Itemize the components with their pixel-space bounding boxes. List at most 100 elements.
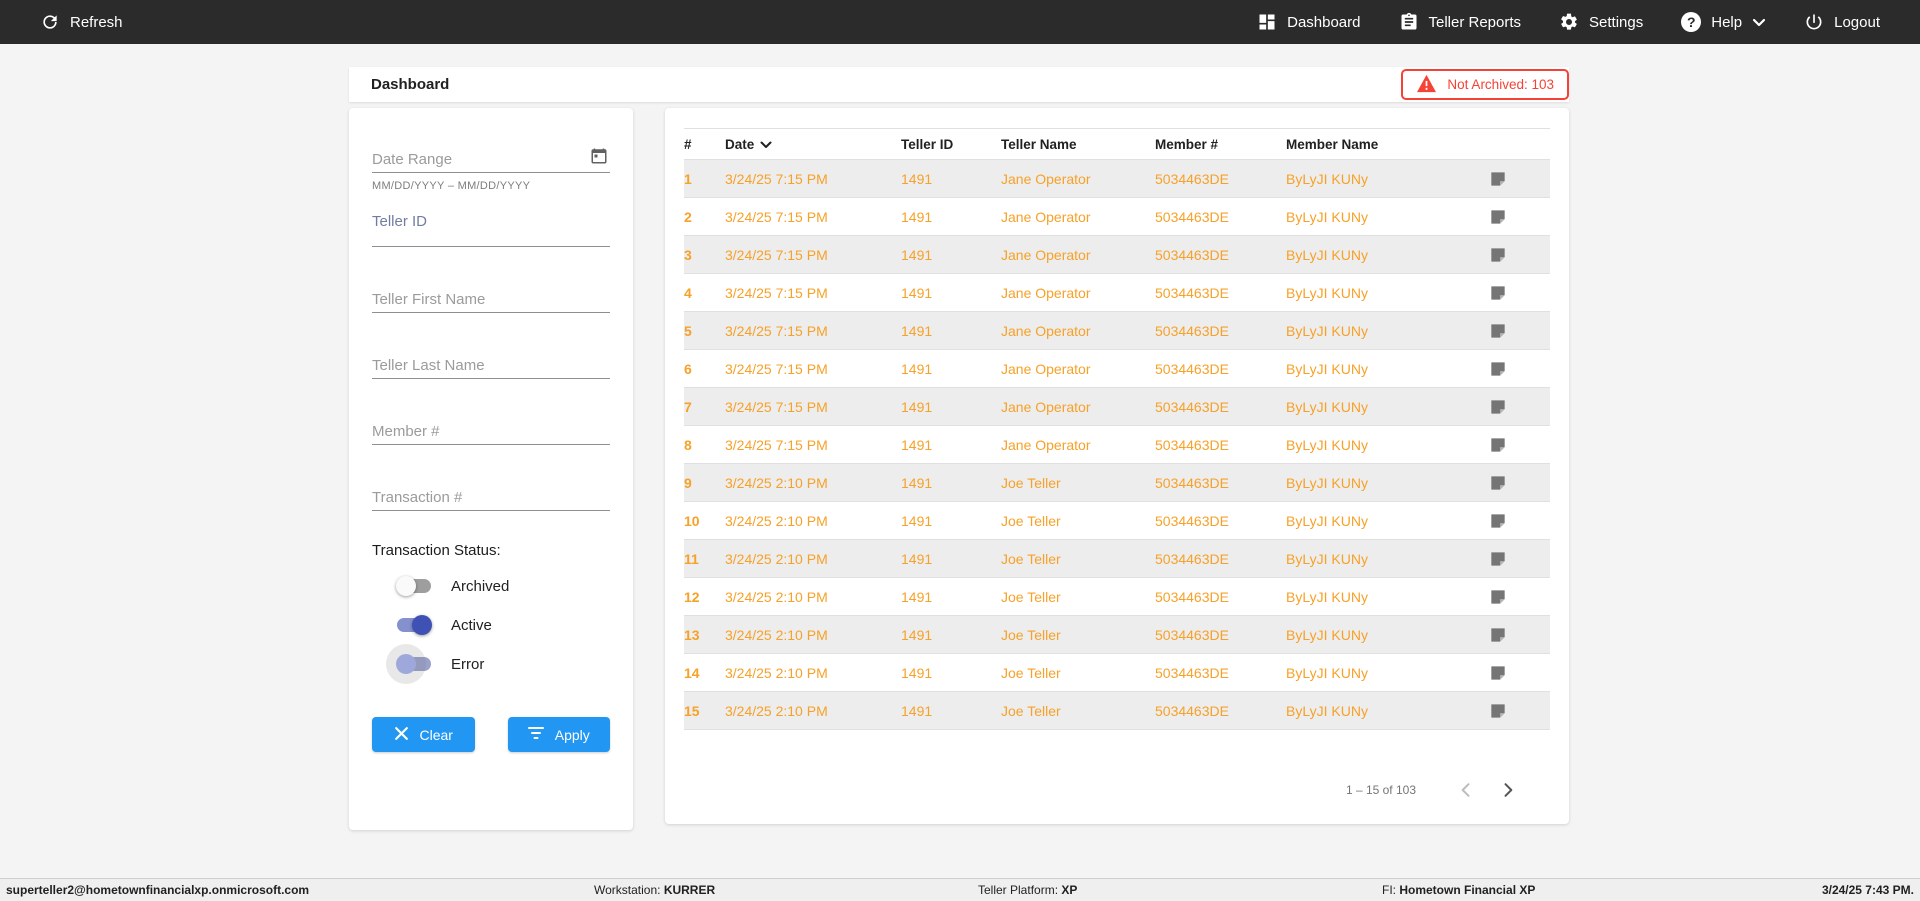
filter-panel: MM/DD/YYYY – MM/DD/YYYY Transaction Stat… [349,108,633,830]
nav-logout[interactable]: Logout [1804,12,1880,32]
calendar-icon[interactable] [590,147,610,172]
note-icon[interactable] [1484,207,1550,227]
nav-dashboard[interactable]: Dashboard [1257,12,1361,32]
column-header-member-number[interactable]: Member # [1155,137,1286,152]
teller-last-name-input[interactable] [372,352,610,378]
table-row[interactable]: 4 3/24/25 7:15 PM 1491 Jane Operator 503… [684,274,1550,312]
row-teller-name: Jane Operator [1001,436,1091,453]
table-row[interactable]: 15 3/24/25 2:10 PM 1491 Joe Teller 50344… [684,692,1550,730]
teller-first-name-field [372,286,610,313]
note-icon[interactable] [1484,701,1550,721]
next-page-button[interactable] [1496,778,1520,802]
dashboard-icon [1257,12,1277,32]
teller-first-name-input[interactable] [372,286,610,312]
row-member-name: ByLyJI KUNy [1286,588,1368,605]
note-icon[interactable] [1484,397,1550,417]
member-number-input[interactable] [372,418,610,444]
table-row[interactable]: 5 3/24/25 7:15 PM 1491 Jane Operator 503… [684,312,1550,350]
nav-help[interactable]: ? Help [1681,12,1766,32]
note-icon[interactable] [1484,435,1550,455]
column-header-member-name[interactable]: Member Name [1286,137,1484,152]
nav-dashboard-label: Dashboard [1287,13,1361,31]
close-icon [394,726,409,744]
table-row[interactable]: 1 3/24/25 7:15 PM 1491 Jane Operator 503… [684,160,1550,198]
note-icon[interactable] [1484,587,1550,607]
nav-teller-reports[interactable]: Teller Reports [1399,12,1521,32]
row-teller-id: 1491 [901,702,933,719]
table-body: 1 3/24/25 7:15 PM 1491 Jane Operator 503… [684,160,1550,730]
not-archived-badge[interactable]: Not Archived: 103 [1401,69,1569,100]
row-member-number: 5034463DE [1155,588,1229,605]
row-date: 3/24/25 7:15 PM [725,398,828,415]
row-number: 11 [684,550,699,567]
date-range-input[interactable] [372,146,590,172]
row-date: 3/24/25 2:10 PM [725,474,828,491]
note-icon[interactable] [1484,321,1550,341]
row-teller-id: 1491 [901,284,933,301]
note-icon[interactable] [1484,663,1550,683]
table-row[interactable]: 13 3/24/25 2:10 PM 1491 Joe Teller 50344… [684,616,1550,654]
status-fi: FI: Hometown Financial XP [1382,883,1536,897]
previous-page-button[interactable] [1454,778,1478,802]
teller-id-input[interactable] [372,208,610,234]
row-teller-id: 1491 [901,360,933,377]
archived-toggle[interactable] [396,576,432,596]
row-date: 3/24/25 7:15 PM [725,322,828,339]
row-number: 6 [684,360,692,377]
active-toggle[interactable] [396,615,432,635]
note-icon[interactable] [1484,169,1550,189]
note-icon[interactable] [1484,473,1550,493]
row-teller-name: Joe Teller [1001,626,1061,643]
row-date: 3/24/25 2:10 PM [725,512,828,529]
row-number: 2 [684,208,692,225]
clear-button[interactable]: Clear [372,717,475,752]
refresh-button[interactable]: Refresh [40,12,123,32]
note-icon[interactable] [1484,549,1550,569]
column-header-num[interactable]: # [684,137,725,152]
column-header-teller-id[interactable]: Teller ID [901,137,1001,152]
table-row[interactable]: 11 3/24/25 2:10 PM 1491 Joe Teller 50344… [684,540,1550,578]
row-member-name: ByLyJI KUNy [1286,246,1368,263]
table-row[interactable]: 12 3/24/25 2:10 PM 1491 Joe Teller 50344… [684,578,1550,616]
note-icon[interactable] [1484,245,1550,265]
nav-settings[interactable]: Settings [1559,12,1643,32]
table-row[interactable]: 3 3/24/25 7:15 PM 1491 Jane Operator 503… [684,236,1550,274]
row-member-number: 5034463DE [1155,626,1229,643]
toggle-row-active: Active [372,613,610,637]
table-row[interactable]: 2 3/24/25 7:15 PM 1491 Jane Operator 503… [684,198,1550,236]
note-icon[interactable] [1484,283,1550,303]
row-member-name: ByLyJI KUNy [1286,626,1368,643]
column-header-teller-name[interactable]: Teller Name [1001,137,1155,152]
row-date: 3/24/25 2:10 PM [725,702,828,719]
row-date: 3/24/25 2:10 PM [725,626,828,643]
row-teller-name: Joe Teller [1001,702,1061,719]
table-row[interactable]: 14 3/24/25 2:10 PM 1491 Joe Teller 50344… [684,654,1550,692]
row-member-name: ByLyJI KUNy [1286,474,1368,491]
row-member-name: ByLyJI KUNy [1286,360,1368,377]
row-date: 3/24/25 7:15 PM [725,208,828,225]
transaction-number-input[interactable] [372,484,610,510]
row-member-name: ByLyJI KUNy [1286,284,1368,301]
row-teller-id: 1491 [901,474,933,491]
row-number: 9 [684,474,692,491]
table-row[interactable]: 10 3/24/25 2:10 PM 1491 Joe Teller 50344… [684,502,1550,540]
error-toggle[interactable] [396,654,432,674]
note-icon[interactable] [1484,511,1550,531]
table-row[interactable]: 9 3/24/25 2:10 PM 1491 Joe Teller 503446… [684,464,1550,502]
table-row[interactable]: 8 3/24/25 7:15 PM 1491 Jane Operator 503… [684,426,1550,464]
member-number-field [372,418,610,445]
row-member-number: 5034463DE [1155,550,1229,567]
row-teller-name: Joe Teller [1001,664,1061,681]
table-header-row: # Date Teller ID Teller Name Member # Me… [684,128,1550,160]
apply-button[interactable]: Apply [507,717,610,752]
row-teller-name: Joe Teller [1001,474,1061,491]
table-row[interactable]: 7 3/24/25 7:15 PM 1491 Jane Operator 503… [684,388,1550,426]
table-row[interactable]: 6 3/24/25 7:15 PM 1491 Jane Operator 503… [684,350,1550,388]
row-member-number: 5034463DE [1155,360,1229,377]
row-member-name: ByLyJI KUNy [1286,398,1368,415]
note-icon[interactable] [1484,359,1550,379]
row-teller-name: Jane Operator [1001,170,1091,187]
note-icon[interactable] [1484,625,1550,645]
row-member-number: 5034463DE [1155,436,1229,453]
column-header-date[interactable]: Date [725,137,901,152]
